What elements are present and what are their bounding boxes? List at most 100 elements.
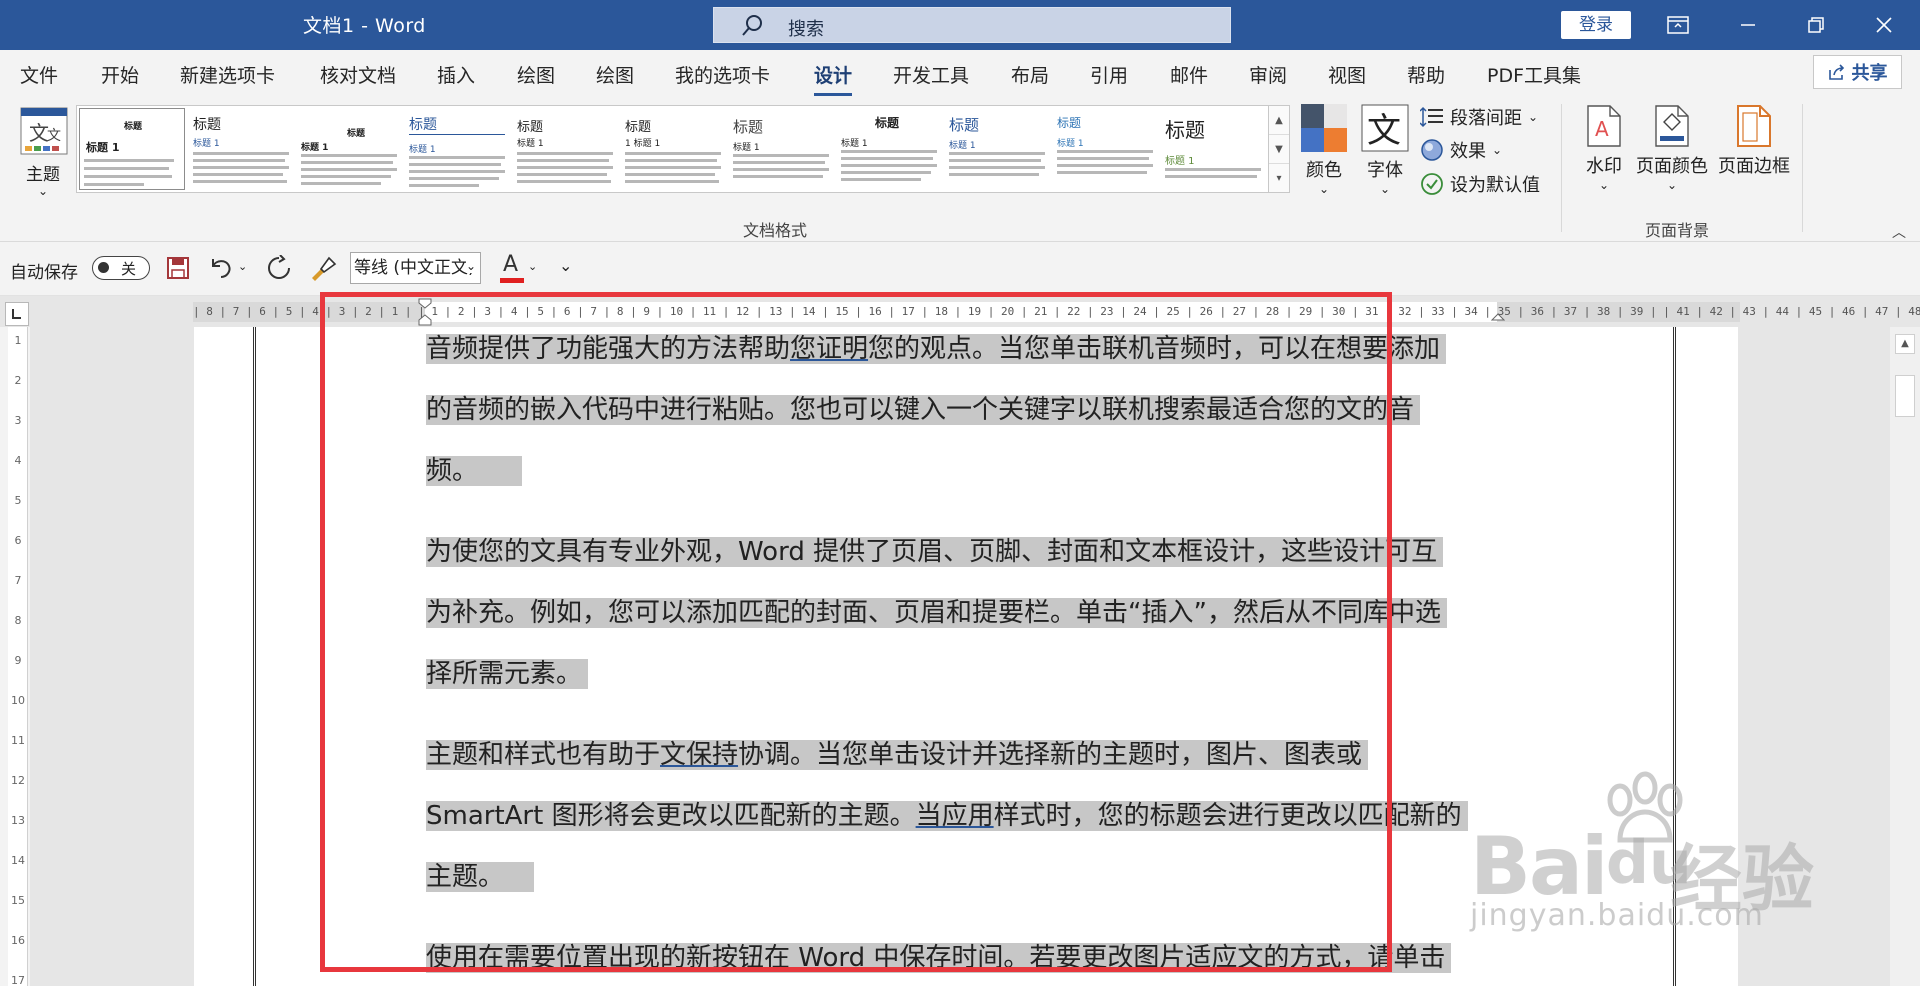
- tab-selector[interactable]: [5, 302, 29, 326]
- effects-button[interactable]: 效果 ⌄: [1420, 137, 1502, 163]
- tab-review-doc[interactable]: 核对文档: [320, 61, 396, 88]
- tab-file[interactable]: 文件: [20, 61, 58, 88]
- vertical-scrollbar[interactable]: ▲: [1890, 327, 1920, 986]
- fonts-label: 字体: [1367, 160, 1403, 181]
- gallery-more-icon[interactable]: ▾: [1269, 164, 1289, 193]
- ribbon-display-icon: [1667, 16, 1689, 34]
- document-page[interactable]: 音频提供了功能强大的方法帮助您证明您的观点。当您单击联机音频时，可以在想要添加 …: [194, 327, 1738, 986]
- tab-view[interactable]: 视图: [1328, 61, 1366, 88]
- watermark-icon: A: [1587, 105, 1621, 147]
- close-button[interactable]: [1862, 8, 1906, 42]
- text-line[interactable]: 使用在需要位置出现的新按钮在 Word 中保存时间。若要更改图片适应文的方式，请…: [426, 932, 1452, 984]
- vruler-number: 15: [11, 894, 25, 907]
- share-button[interactable]: 共享: [1813, 55, 1902, 89]
- gallery-down-icon[interactable]: ▼: [1269, 135, 1289, 164]
- style-thumb-title: 标题: [1165, 118, 1205, 142]
- style-set-thumb[interactable]: 标题 标题 1: [297, 108, 403, 190]
- font-name-select[interactable]: 等线 (中文正文): [350, 252, 481, 284]
- vruler-number: 9: [14, 654, 22, 667]
- page-color-icon: [1655, 105, 1689, 147]
- style-thumb-heading: 标题 1: [86, 141, 120, 154]
- tab-help[interactable]: 帮助: [1407, 61, 1445, 88]
- tab-draw-1[interactable]: 绘图: [517, 61, 555, 88]
- gallery-up-icon[interactable]: ▲: [1269, 106, 1289, 135]
- font-dropdown-icon[interactable]: ⌄: [466, 259, 477, 273]
- text-line[interactable]: 为使您的文具有专业外观，Word 提供了页眉、页脚、封面和文本框设计，这些设计可…: [426, 526, 1444, 578]
- font-color-dropdown-icon[interactable]: ⌄: [528, 260, 537, 273]
- set-default-label: 设为默认值: [1450, 175, 1540, 196]
- set-default-button[interactable]: 设为默认值: [1420, 171, 1540, 197]
- tab-new-tab[interactable]: 新建选项卡: [180, 61, 275, 88]
- style-set-thumb[interactable]: 标题 标题 1: [1053, 108, 1159, 190]
- watermark-button[interactable]: A 水印 ⌄: [1575, 104, 1633, 192]
- style-set-thumb[interactable]: 标题 标题 1: [79, 108, 185, 190]
- page-color-label: 页面颜色: [1636, 156, 1708, 177]
- tab-insert[interactable]: 插入: [437, 61, 475, 88]
- undo-icon[interactable]: [208, 255, 234, 281]
- autosave-toggle[interactable]: 关: [92, 256, 150, 280]
- page-border-button[interactable]: 页面边框: [1716, 104, 1792, 178]
- font-color-button[interactable]: A: [500, 252, 526, 284]
- page-margin-line-left: [253, 327, 256, 986]
- colors-icon: [1301, 104, 1347, 152]
- search-box[interactable]: 搜索: [713, 7, 1231, 43]
- colors-button[interactable]: 颜色 ⌄: [1300, 104, 1348, 196]
- paragraph-spacing-button[interactable]: 段落间距 ⌄: [1420, 104, 1538, 130]
- tab-references[interactable]: 引用: [1090, 61, 1128, 88]
- effects-icon: [1421, 139, 1443, 161]
- style-thumb-title: 标题: [733, 118, 764, 136]
- tab-pdf-tools[interactable]: PDF工具集: [1487, 61, 1581, 88]
- font-name-value: 等线 (中文正文): [354, 258, 475, 278]
- collapse-ribbon-icon[interactable]: ︿: [1892, 222, 1906, 242]
- style-set-thumb[interactable]: 标题 标题 1: [837, 108, 943, 190]
- format-painter-icon[interactable]: [309, 254, 337, 282]
- tab-home[interactable]: 开始: [101, 61, 139, 88]
- customize-qat-icon[interactable]: ⌄: [559, 256, 572, 275]
- tab-draw-2[interactable]: 绘图: [596, 61, 634, 88]
- tab-mailings[interactable]: 邮件: [1170, 61, 1208, 88]
- save-icon[interactable]: [166, 256, 190, 280]
- right-indent-marker[interactable]: [1491, 308, 1505, 322]
- text-line[interactable]: 频。: [426, 445, 523, 497]
- style-set-thumb[interactable]: 标题 标题 1: [945, 108, 1051, 190]
- themes-button[interactable]: 文 文 主题 ⌄: [14, 102, 74, 202]
- vertical-ruler[interactable]: 1 2 3 4 5 6 7 8 9 10 11 12 13 14 15 16 17: [8, 327, 28, 986]
- text-line[interactable]: 主题。: [426, 851, 535, 903]
- tab-design[interactable]: 设计: [814, 61, 853, 96]
- restore-button[interactable]: [1794, 8, 1838, 42]
- fonts-dropdown-icon: ⌄: [1379, 182, 1391, 196]
- page-color-button[interactable]: 页面颜色 ⌄: [1634, 104, 1710, 192]
- tab-my-tab[interactable]: 我的选项卡: [675, 61, 770, 88]
- style-set-thumb[interactable]: 标题 标题 1: [729, 108, 835, 190]
- fonts-icon: 文: [1361, 104, 1409, 152]
- style-set-thumb[interactable]: 标题 1 标题 1: [621, 108, 727, 190]
- style-set-thumb[interactable]: 标题 标题 1: [405, 108, 511, 190]
- scroll-up-icon[interactable]: ▲: [1895, 334, 1915, 354]
- undo-dropdown-icon[interactable]: ⌄: [238, 260, 247, 273]
- text-line[interactable]: 择所需元素。: [426, 648, 589, 700]
- redo-icon[interactable]: [266, 255, 292, 281]
- text-line[interactable]: 的音频的嵌入代码中进行粘贴。您也可以键入一个关键字以联机搜索最适合您的文的音: [426, 384, 1421, 436]
- style-set-thumb[interactable]: 标题 标题 1: [1161, 108, 1267, 190]
- checkmark-circle-icon: [1421, 173, 1443, 195]
- tab-developer[interactable]: 开发工具: [893, 61, 969, 88]
- horizontal-ruler[interactable]: | 8 | 7 | 6 | 5 | 4 | 3 | 2 | 1 | | 1 | …: [193, 298, 1920, 326]
- autosave-state: 关: [121, 260, 137, 278]
- watermark-dropdown-icon: ⌄: [1598, 178, 1610, 192]
- effects-dropdown-icon: ⌄: [1492, 143, 1503, 157]
- text-line[interactable]: SmartArt 图形将会更改以匹配新的主题。当应用样式时，您的标题会进行更改以…: [426, 790, 1468, 842]
- style-set-thumb[interactable]: 标题 标题 1: [513, 108, 619, 190]
- text-line[interactable]: 主题和样式也有助于文保持协调。当您单击设计并选择新的主题时，图片、图表或: [426, 729, 1369, 781]
- fonts-button[interactable]: 文 字体 ⌄: [1360, 104, 1410, 196]
- style-set-thumb[interactable]: 标题 标题 1: [189, 108, 295, 190]
- login-button[interactable]: 登录: [1561, 11, 1631, 39]
- scroll-thumb[interactable]: [1895, 375, 1915, 417]
- ribbon-display-button[interactable]: [1656, 8, 1700, 42]
- minimize-button[interactable]: [1726, 8, 1770, 42]
- tab-layout[interactable]: 布局: [1011, 61, 1049, 88]
- tab-review[interactable]: 审阅: [1249, 61, 1287, 88]
- paragraph-spacing-icon: [1420, 106, 1443, 128]
- text-line[interactable]: 音频提供了功能强大的方法帮助您证明您的观点。当您单击联机音频时，可以在想要添加: [426, 327, 1447, 375]
- first-line-indent-marker[interactable]: [418, 298, 432, 326]
- text-line[interactable]: 为补充。例如，您可以添加匹配的封面、页眉和提要栏。单击“插入”，然后从不同库中选: [426, 587, 1447, 639]
